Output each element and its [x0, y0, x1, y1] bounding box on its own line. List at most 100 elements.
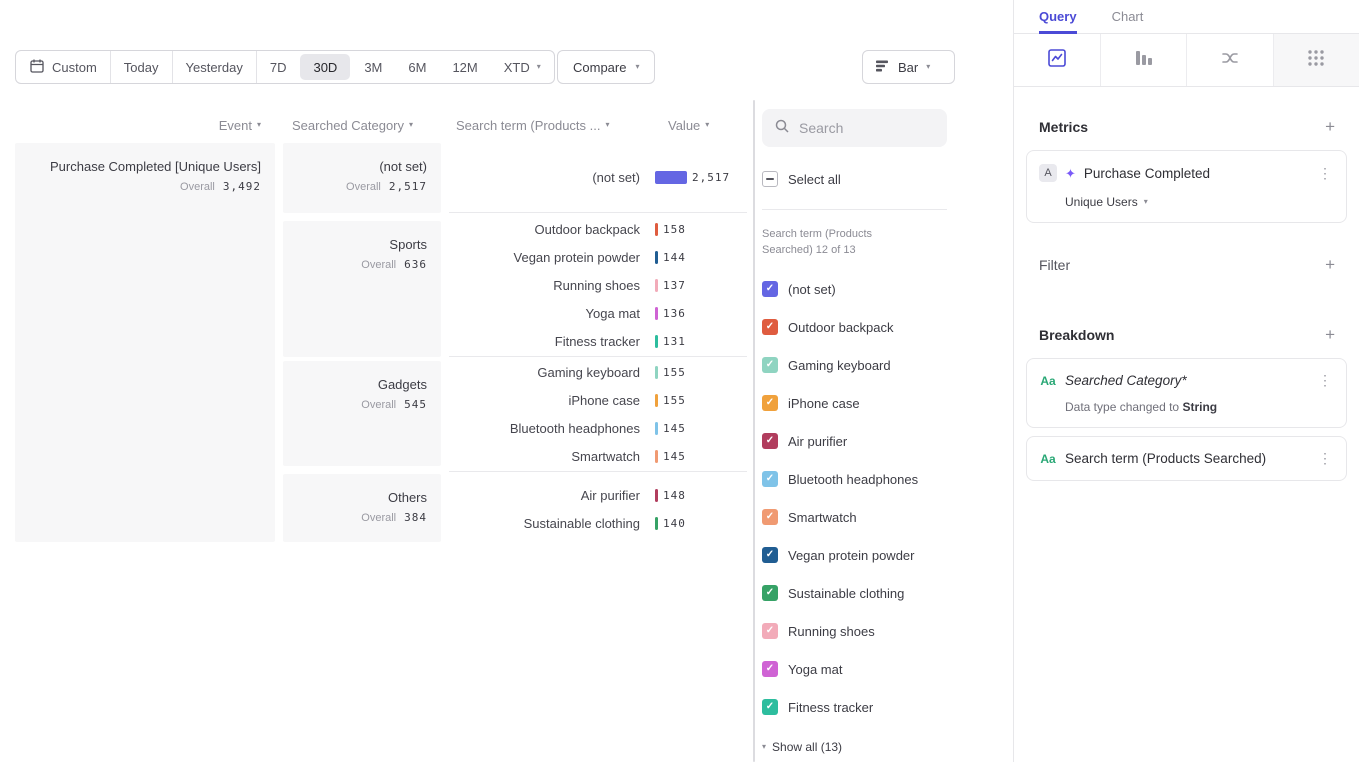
- tab-chart[interactable]: Chart: [1112, 0, 1144, 33]
- compare-button[interactable]: Compare ▾: [557, 50, 655, 84]
- legend-search[interactable]: [762, 109, 947, 147]
- category-cell[interactable]: Sports Overall 636: [283, 221, 441, 357]
- add-breakdown-button[interactable]: +: [1325, 326, 1335, 343]
- category-cell[interactable]: Others Overall 384: [283, 474, 441, 542]
- breakdown-property-name[interactable]: Search term (Products Searched): [1065, 451, 1308, 466]
- date-custom-label: Custom: [52, 60, 97, 75]
- term-row[interactable]: Outdoor backpack 158: [449, 215, 747, 243]
- term-row[interactable]: Running shoes 137: [449, 271, 747, 299]
- metrics-header: Metrics +: [1014, 118, 1359, 135]
- column-header-term[interactable]: Search term (Products ... ▾: [456, 117, 610, 133]
- category-overall: Overall 636: [283, 258, 427, 271]
- search-input[interactable]: [799, 120, 935, 136]
- legend-item[interactable]: ✓ Gaming keyboard: [762, 346, 947, 384]
- event-cell[interactable]: Purchase Completed [Unique Users] Overal…: [15, 143, 275, 542]
- legend-checkbox[interactable]: ✓: [762, 547, 778, 563]
- legend-item[interactable]: ✓ Smartwatch: [762, 498, 947, 536]
- term-row[interactable]: Fitness tracker 131: [449, 327, 747, 355]
- breakdown-card-1[interactable]: Aa Searched Category* ⋮ Data type change…: [1026, 358, 1347, 428]
- visualization-tabs: [1014, 34, 1359, 87]
- term-row[interactable]: Gaming keyboard 155: [449, 358, 747, 386]
- metric-event-name[interactable]: Purchase Completed: [1084, 166, 1308, 181]
- date-6m-button[interactable]: 6M: [395, 51, 439, 83]
- legend-checkbox[interactable]: ✓: [762, 433, 778, 449]
- term-row[interactable]: Sustainable clothing 140: [449, 509, 747, 537]
- breakdown-property-name[interactable]: Searched Category*: [1065, 373, 1308, 388]
- legend-checkbox[interactable]: ✓: [762, 471, 778, 487]
- legend-checkbox[interactable]: ✓: [762, 395, 778, 411]
- term-row[interactable]: (not set) 2,517: [449, 170, 747, 185]
- viz-tab-grid[interactable]: [1274, 34, 1359, 86]
- legend-item[interactable]: ✓ Fitness tracker: [762, 688, 947, 726]
- breakdown-menu-button[interactable]: ⋮: [1316, 372, 1334, 389]
- legend-item[interactable]: ✓ iPhone case: [762, 384, 947, 422]
- flows-icon: [1219, 47, 1241, 74]
- legend-checkbox[interactable]: ✓: [762, 319, 778, 335]
- metric-card[interactable]: A ✦ Purchase Completed ⋮ Unique Users ▾: [1026, 150, 1347, 223]
- date-xtd-label: XTD: [504, 60, 530, 75]
- chevron-down-icon: ▾: [409, 121, 413, 129]
- select-all-checkbox[interactable]: [762, 171, 778, 187]
- viz-tab-insights[interactable]: [1014, 34, 1101, 86]
- legend-checkbox[interactable]: ✓: [762, 661, 778, 677]
- legend-item[interactable]: ✓ (not set): [762, 270, 947, 308]
- add-metric-button[interactable]: +: [1325, 118, 1335, 135]
- overall-label: Overall: [361, 259, 396, 271]
- legend-item[interactable]: ✓ Running shoes: [762, 612, 947, 650]
- select-all[interactable]: Select all: [762, 171, 947, 187]
- legend-item[interactable]: ✓ Yoga mat: [762, 650, 947, 688]
- legend-item[interactable]: ✓ Sustainable clothing: [762, 574, 947, 612]
- legend-item[interactable]: ✓ Outdoor backpack: [762, 308, 947, 346]
- date-7d-button[interactable]: 7D: [257, 51, 300, 83]
- date-xtd-button[interactable]: XTD ▾: [491, 51, 554, 83]
- legend-checkbox[interactable]: ✓: [762, 281, 778, 297]
- value-text: 155: [663, 366, 709, 379]
- date-12m-button[interactable]: 12M: [439, 51, 490, 83]
- breakdown-menu-button[interactable]: ⋮: [1316, 450, 1334, 467]
- overall-value: 3,492: [223, 180, 261, 193]
- legend-checkbox[interactable]: ✓: [762, 585, 778, 601]
- term-row[interactable]: Bluetooth headphones 145: [449, 414, 747, 442]
- column-header-value[interactable]: Value ▾: [668, 117, 709, 133]
- chart-type-button[interactable]: Bar ▾: [862, 50, 955, 84]
- legend-checkbox[interactable]: ✓: [762, 699, 778, 715]
- date-30d-button[interactable]: 30D: [300, 54, 350, 80]
- column-header-event[interactable]: Event ▾: [15, 117, 261, 133]
- column-header-category[interactable]: Searched Category ▾: [292, 117, 413, 133]
- metric-menu-button[interactable]: ⋮: [1316, 165, 1334, 182]
- show-all-link[interactable]: ▾ Show all (13): [762, 740, 947, 754]
- legend-checkbox[interactable]: ✓: [762, 509, 778, 525]
- breakdown-header: Breakdown +: [1014, 326, 1359, 343]
- term-label: Bluetooth headphones: [449, 421, 640, 436]
- add-filter-button[interactable]: +: [1325, 256, 1335, 273]
- legend-item[interactable]: ✓ Air purifier: [762, 422, 947, 460]
- date-yesterday-button[interactable]: Yesterday: [173, 51, 257, 83]
- legend-item-label: Smartwatch: [788, 510, 857, 525]
- viz-tab-flows[interactable]: [1187, 34, 1274, 86]
- term-row[interactable]: Yoga mat 136: [449, 299, 747, 327]
- term-row[interactable]: Smartwatch 145: [449, 442, 747, 470]
- category-name: Others: [283, 490, 427, 505]
- tab-query[interactable]: Query: [1039, 0, 1077, 33]
- metric-measurement[interactable]: Unique Users ▾: [1065, 195, 1334, 209]
- category-cell[interactable]: Gadgets Overall 545: [283, 361, 441, 466]
- value-text: 145: [663, 450, 709, 463]
- value-bar: [655, 517, 658, 530]
- term-label: Yoga mat: [449, 306, 640, 321]
- date-today-button[interactable]: Today: [111, 51, 173, 83]
- breakdown-card-2[interactable]: Aa Search term (Products Searched) ⋮: [1026, 436, 1347, 481]
- legend-item[interactable]: ✓ Bluetooth headphones: [762, 460, 947, 498]
- category-cell[interactable]: (not set) Overall 2,517: [283, 143, 441, 213]
- date-custom-button[interactable]: Custom: [16, 51, 111, 83]
- legend-item-label: Air purifier: [788, 434, 847, 449]
- legend-panel: Select all Search term (Products Searche…: [762, 100, 947, 754]
- legend-checkbox[interactable]: ✓: [762, 357, 778, 373]
- viz-tab-funnels[interactable]: [1101, 34, 1188, 86]
- date-3m-button[interactable]: 3M: [351, 51, 395, 83]
- legend-checkbox[interactable]: ✓: [762, 623, 778, 639]
- term-row[interactable]: iPhone case 155: [449, 386, 747, 414]
- legend-item[interactable]: ✓ Vegan protein powder: [762, 536, 947, 574]
- legend-item-label: Vegan protein powder: [788, 548, 914, 563]
- term-row[interactable]: Vegan protein powder 144: [449, 243, 747, 271]
- term-row[interactable]: Air purifier 148: [449, 481, 747, 509]
